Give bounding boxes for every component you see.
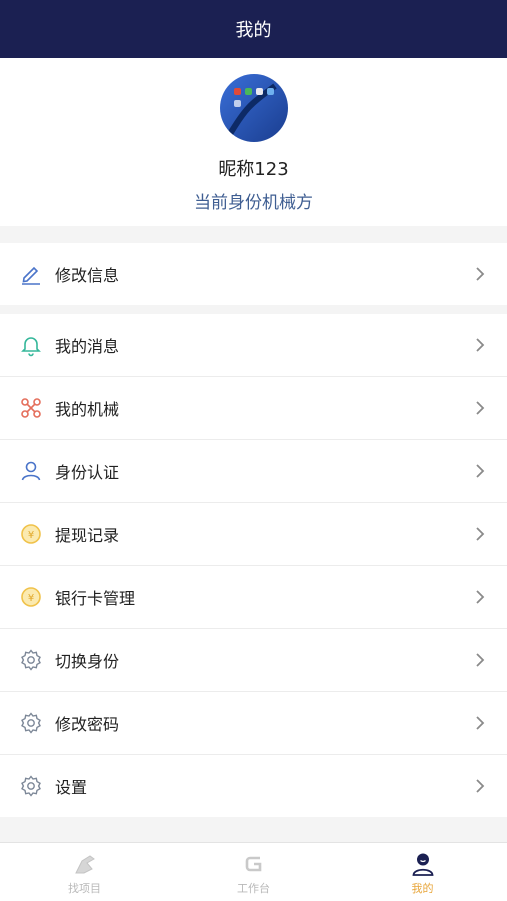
menu-item-label: 修改密码 [55, 715, 120, 734]
menu-item-label: 我的机械 [55, 400, 120, 419]
avatar[interactable] [220, 74, 288, 142]
menu-item-label: 提现记录 [55, 526, 120, 545]
tab-label: 工作台 [237, 882, 270, 895]
chevron-right-icon [476, 464, 485, 478]
tab-label: 找项目 [68, 882, 101, 895]
menu-item-label: 切换身份 [55, 652, 120, 671]
coin-icon: ¥ [19, 585, 43, 609]
bottom-tab-bar: 找项目 工作台 我的 [0, 842, 507, 901]
menu-item-my-machinery[interactable]: 我的机械 [0, 377, 507, 440]
bell-icon [19, 333, 43, 357]
chevron-right-icon [476, 401, 485, 415]
page-title: 我的 [235, 20, 272, 41]
menu-item-label: 设置 [55, 778, 88, 797]
menu-item-my-messages[interactable]: 我的消息 [0, 314, 507, 377]
menu-item-settings[interactable]: 设置 [0, 755, 507, 817]
chevron-right-icon [476, 779, 485, 793]
menu-item-label: 银行卡管理 [55, 589, 136, 608]
chevron-right-icon [476, 653, 485, 667]
tab-label: 我的 [411, 882, 434, 895]
chevron-right-icon [476, 716, 485, 730]
nickname: 昵称123 [218, 159, 289, 180]
menu-item-switch-identity[interactable]: 切换身份 [0, 629, 507, 692]
menu-group-main: 我的消息 我的机械 身份认证 ¥ 提现记录 ¥ 银行卡管理 切换身份 修改密码 … [0, 314, 507, 817]
chevron-right-icon [476, 590, 485, 604]
chevron-right-icon [476, 267, 485, 281]
user-verify-icon [19, 459, 43, 483]
top-bar: 我的 [0, 0, 507, 58]
menu-item-change-password[interactable]: 修改密码 [0, 692, 507, 755]
machinery-icon [19, 396, 43, 420]
profile-icon [410, 851, 436, 877]
menu-item-label: 修改信息 [55, 266, 120, 285]
chevron-right-icon [476, 527, 485, 541]
menu-group-profile: 修改信息 [0, 243, 507, 305]
tab-profile[interactable]: 我的 [338, 843, 507, 901]
menu-item-label: 身份认证 [55, 463, 120, 482]
profile-card: 昵称123 当前身份机械方 [0, 58, 507, 226]
current-role: 当前身份机械方 [194, 193, 313, 213]
menu-item-label: 我的消息 [55, 337, 120, 356]
menu-item-edit-info[interactable]: 修改信息 [0, 243, 507, 305]
chevron-right-icon [476, 338, 485, 352]
menu-item-withdrawal-records[interactable]: ¥ 提现记录 [0, 503, 507, 566]
find-project-icon [72, 851, 98, 877]
coin-icon: ¥ [19, 522, 43, 546]
gear-icon [19, 711, 43, 735]
edit-icon [19, 262, 43, 286]
menu-item-bank-card-management[interactable]: ¥ 银行卡管理 [0, 566, 507, 629]
tab-find-project[interactable]: 找项目 [0, 843, 169, 901]
gear-icon [19, 774, 43, 798]
workbench-icon [241, 851, 267, 877]
svg-text:¥: ¥ [28, 530, 34, 541]
menu-item-identity-verification[interactable]: 身份认证 [0, 440, 507, 503]
svg-text:¥: ¥ [28, 593, 34, 604]
gear-icon [19, 648, 43, 672]
tab-workbench[interactable]: 工作台 [169, 843, 338, 901]
